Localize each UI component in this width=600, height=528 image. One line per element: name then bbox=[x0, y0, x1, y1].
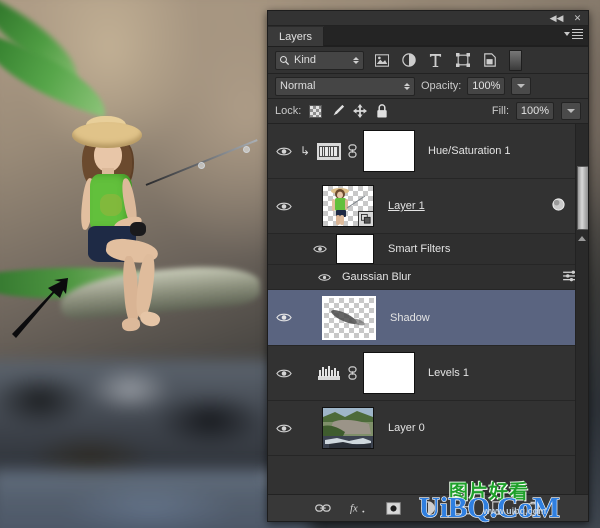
rod-guide-ring bbox=[243, 146, 250, 153]
scrollbar-thumb[interactable] bbox=[577, 166, 588, 230]
smart-filter-indicator-icon[interactable] bbox=[551, 197, 566, 215]
lock-position-icon[interactable] bbox=[352, 104, 367, 119]
smart-filters-row[interactable]: Smart Filters bbox=[268, 234, 588, 265]
collapse-icon[interactable]: ◀◀ bbox=[550, 13, 564, 24]
smart-filters-mask-thumbnail[interactable] bbox=[336, 234, 374, 264]
layer-visibility-toggle[interactable] bbox=[272, 146, 296, 157]
clipping-mask-arrow-icon: ↳ bbox=[299, 144, 311, 158]
blend-mode-stepper[interactable] bbox=[404, 82, 410, 90]
opacity-input[interactable]: 100% bbox=[467, 77, 506, 95]
menu-triangle-icon bbox=[564, 32, 570, 36]
close-icon[interactable]: ✕ bbox=[571, 13, 584, 24]
svg-text:fx: fx bbox=[350, 504, 358, 515]
layer-name[interactable]: Levels 1 bbox=[428, 367, 469, 379]
panel-titlebar: ◀◀ ✕ bbox=[268, 11, 588, 26]
layer-row[interactable]: Levels 1 bbox=[268, 346, 588, 401]
layer-row[interactable]: Shadow bbox=[268, 290, 588, 346]
tab-layers[interactable]: Layers bbox=[268, 27, 325, 46]
shadow-smear-thumbnail[interactable] bbox=[322, 295, 376, 340]
new-group-icon[interactable] bbox=[454, 499, 472, 517]
adjustment-layer-filter-icon[interactable] bbox=[399, 51, 418, 69]
new-adjustment-layer-icon[interactable] bbox=[419, 499, 437, 517]
hue-saturation-thumbnail[interactable] bbox=[314, 142, 344, 160]
screenshot-root: ◀◀ ✕ Layers Kind Normal Opacity: 100% Lo… bbox=[0, 0, 600, 528]
smart-filters-visibility-toggle[interactable] bbox=[308, 244, 332, 254]
fill-input[interactable]: 100% bbox=[516, 102, 554, 120]
layer-visibility-toggle[interactable] bbox=[272, 423, 296, 434]
left-foot bbox=[121, 317, 141, 332]
filter-bar: Kind bbox=[268, 47, 588, 74]
fill-label: Fill: bbox=[491, 105, 509, 117]
girl-fishing-subject bbox=[66, 116, 258, 362]
smart-object-badge-icon bbox=[358, 211, 373, 226]
straw-hat bbox=[72, 122, 142, 148]
blend-mode-select[interactable]: Normal bbox=[275, 76, 415, 96]
layer-row[interactable]: Layer 1 bbox=[268, 179, 588, 234]
landscape-photo-thumbnail[interactable] bbox=[322, 407, 374, 449]
layer-mask-thumbnail[interactable] bbox=[363, 352, 415, 394]
layers-bottom-toolbar: fx bbox=[268, 494, 588, 521]
black-arrow-annotation bbox=[12, 278, 68, 338]
search-icon bbox=[279, 55, 290, 65]
shirt-print bbox=[100, 194, 122, 216]
add-layer-mask-icon[interactable] bbox=[384, 499, 402, 517]
layer-name[interactable]: Hue/Saturation 1 bbox=[428, 145, 511, 157]
layer-name[interactable]: Layer 1 bbox=[388, 200, 425, 212]
layer-name[interactable]: Layer 0 bbox=[388, 422, 425, 434]
lock-all-icon[interactable] bbox=[374, 104, 389, 119]
layer-visibility-toggle[interactable] bbox=[272, 312, 296, 323]
layer-visibility-toggle[interactable] bbox=[272, 368, 296, 379]
mask-link-icon[interactable] bbox=[344, 366, 360, 380]
right-foot bbox=[138, 309, 162, 329]
layer-style-fx-icon[interactable]: fx bbox=[349, 499, 367, 517]
opacity-label: Opacity: bbox=[421, 80, 462, 92]
smart-filter-entry-row[interactable]: Gaussian Blur bbox=[268, 265, 588, 290]
type-layer-filter-icon[interactable] bbox=[426, 51, 445, 69]
smart-filters-label: Smart Filters bbox=[388, 243, 451, 255]
pixel-layer-filter-icon[interactable] bbox=[372, 51, 391, 69]
smart-object-filter-icon[interactable] bbox=[480, 51, 499, 69]
panel-menu-icon[interactable] bbox=[564, 29, 583, 39]
layers-scrollbar[interactable] bbox=[575, 124, 588, 494]
rod-guide-ring bbox=[198, 162, 205, 169]
lock-transparent-pixels-icon[interactable] bbox=[308, 104, 323, 119]
layers-panel: ◀◀ ✕ Layers Kind Normal Opacity: 100% Lo… bbox=[267, 10, 589, 522]
layer-row[interactable]: ↳ Hue/Saturation 1 bbox=[268, 124, 588, 179]
scrollbar-up-arrow-icon[interactable] bbox=[578, 236, 586, 241]
layer-name[interactable]: Shadow bbox=[390, 312, 430, 324]
right-leg bbox=[134, 253, 157, 319]
layer-visibility-toggle[interactable] bbox=[272, 201, 296, 212]
levels-histogram-thumbnail[interactable] bbox=[314, 365, 344, 381]
lock-label: Lock: bbox=[275, 105, 302, 117]
layers-list[interactable]: ↳ Hue/Saturation 1 Layer 1 Smart Filters… bbox=[268, 124, 588, 494]
filter-kind-stepper[interactable] bbox=[353, 56, 359, 64]
mask-link-icon[interactable] bbox=[344, 144, 360, 158]
link-layers-icon[interactable] bbox=[314, 499, 332, 517]
fill-dropdown-icon[interactable] bbox=[561, 102, 581, 120]
delete-layer-icon[interactable] bbox=[524, 499, 542, 517]
shape-layer-filter-icon[interactable] bbox=[453, 51, 472, 69]
lock-bar: Lock: Fill: 100% bbox=[268, 99, 588, 124]
new-layer-icon[interactable] bbox=[489, 499, 507, 517]
menu-lines-icon bbox=[572, 29, 583, 39]
blend-mode-bar: Normal Opacity: 100% bbox=[268, 74, 588, 99]
filter-kind-select[interactable]: Kind bbox=[275, 50, 364, 70]
gaussian-blur-visibility-toggle[interactable] bbox=[312, 273, 336, 282]
girl-cutout-thumbnail[interactable] bbox=[322, 185, 374, 227]
opacity-dropdown-icon[interactable] bbox=[511, 77, 532, 95]
layer-row[interactable]: Layer 0 bbox=[268, 401, 588, 456]
layer-mask-thumbnail[interactable] bbox=[363, 130, 415, 172]
blend-mode-value: Normal bbox=[280, 80, 316, 92]
fishing-reel bbox=[130, 222, 146, 236]
filter-kind-label: Kind bbox=[294, 54, 317, 66]
tab-empty-area bbox=[324, 26, 588, 46]
lock-image-pixels-icon[interactable] bbox=[330, 104, 345, 119]
gaussian-blur-label[interactable]: Gaussian Blur bbox=[342, 271, 411, 283]
panel-tab-row: Layers bbox=[268, 26, 588, 47]
filter-enable-toggle[interactable] bbox=[509, 49, 522, 71]
